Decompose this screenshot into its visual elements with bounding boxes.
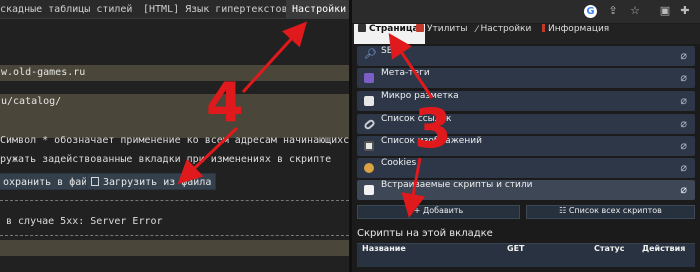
attach-icon[interactable]: ⌀ bbox=[680, 71, 687, 84]
toolbox-icon bbox=[416, 24, 424, 32]
error-mode-text: в случае 5хх: Server Error bbox=[6, 216, 163, 227]
save-to-file-button[interactable]: охранить в файл bbox=[0, 173, 99, 190]
tab-page[interactable]: Страница bbox=[354, 24, 425, 44]
attach-icon[interactable]: ⌀ bbox=[680, 94, 687, 107]
share-icon[interactable]: ⇪ bbox=[606, 4, 620, 18]
attach-icon[interactable]: ⌀ bbox=[680, 117, 687, 130]
meta-icon bbox=[364, 73, 374, 83]
link-icon bbox=[363, 118, 376, 131]
left-pane: скадные таблицы стилей [HTML] Язык гипер… bbox=[0, 0, 349, 272]
cookie-icon bbox=[364, 163, 374, 173]
load-from-file-button[interactable]: Загрузить из файла bbox=[86, 173, 217, 190]
row-meta-tags[interactable]: Мета-теги ⌀ bbox=[357, 68, 695, 88]
domain-field[interactable]: w.old-games.ru bbox=[0, 65, 349, 81]
extensions-puzzle-icon[interactable]: ✚ bbox=[678, 4, 692, 18]
reload-tabs-note: ружать задействованные вкладки при измен… bbox=[0, 154, 332, 165]
list-icon: ☷ bbox=[559, 206, 569, 215]
error-page-field[interactable] bbox=[0, 240, 349, 256]
wildcard-note: Символ * обозначает применение ко всем а… bbox=[0, 135, 349, 146]
row-cookies[interactable]: Cookies ⌀ bbox=[357, 158, 695, 178]
row-images[interactable]: Список изображений ⌀ bbox=[357, 136, 695, 156]
row-seo[interactable]: 🔎︎ SEO ⌀ bbox=[357, 46, 695, 66]
divider-line bbox=[0, 235, 349, 236]
google-icon[interactable]: G bbox=[584, 5, 597, 18]
wrench-icon: ⁄ bbox=[476, 25, 478, 35]
tab-utilities[interactable]: Утилиты bbox=[416, 24, 468, 44]
info-icon bbox=[542, 24, 545, 32]
all-scripts-button[interactable]: ☷ Список всех скриптов bbox=[526, 205, 695, 219]
row-embedded-scripts[interactable]: Встраиваемые скрипты и стили ⌀ bbox=[357, 180, 695, 200]
attach-icon[interactable]: ⌀ bbox=[680, 161, 687, 174]
column-name: Название bbox=[362, 244, 406, 253]
markup-icon bbox=[364, 96, 374, 106]
extension-icon[interactable]: ▣ bbox=[658, 4, 672, 18]
tab-css[interactable]: скадные таблицы стилей bbox=[0, 0, 132, 19]
popup-tabs: Страница Утилиты ⁄ Настройки Информация bbox=[352, 24, 700, 44]
attach-icon[interactable]: ⌀ bbox=[680, 49, 687, 62]
left-tab-bar: скадные таблицы стилей [HTML] Язык гипер… bbox=[0, 0, 349, 19]
right-pane: G ⇪ ☆ ▣ ✚ Страница Утилиты ⁄ Настройки Ин… bbox=[352, 0, 700, 272]
path-field-value: u/catalog/ bbox=[1, 96, 62, 107]
divider-line bbox=[0, 200, 349, 201]
scripts-table-header: Название GET Статус Действия bbox=[357, 244, 695, 267]
add-script-button[interactable]: + Добавить bbox=[357, 205, 520, 219]
row-microdata[interactable]: Микро разметка ⌀ bbox=[357, 91, 695, 111]
column-get: GET bbox=[507, 244, 525, 253]
tab-settings-popup[interactable]: ⁄ Настройки bbox=[476, 24, 531, 44]
attach-icon[interactable]: ⌀ bbox=[680, 139, 687, 152]
tab-info[interactable]: Информация bbox=[542, 24, 609, 44]
page-icon bbox=[358, 24, 366, 32]
attach-icon[interactable]: ⌀ bbox=[680, 183, 687, 196]
file-icon bbox=[91, 177, 99, 186]
browser-toolbar: G ⇪ ☆ ▣ ✚ bbox=[352, 0, 700, 23]
row-links[interactable]: Список ссылок ⌀ bbox=[357, 114, 695, 134]
tab-settings[interactable]: Настройки bbox=[286, 0, 349, 19]
image-icon bbox=[364, 141, 374, 151]
script-icon bbox=[364, 185, 374, 195]
column-status: Статус bbox=[594, 244, 625, 253]
path-field[interactable]: u/catalog/ bbox=[0, 94, 349, 138]
search-icon: 🔎︎ bbox=[364, 49, 377, 60]
column-actions: Действия bbox=[642, 244, 686, 253]
scripts-section-title: Скрипты на этой вкладке bbox=[357, 228, 493, 239]
bookmark-star-icon[interactable]: ☆ bbox=[628, 4, 642, 18]
